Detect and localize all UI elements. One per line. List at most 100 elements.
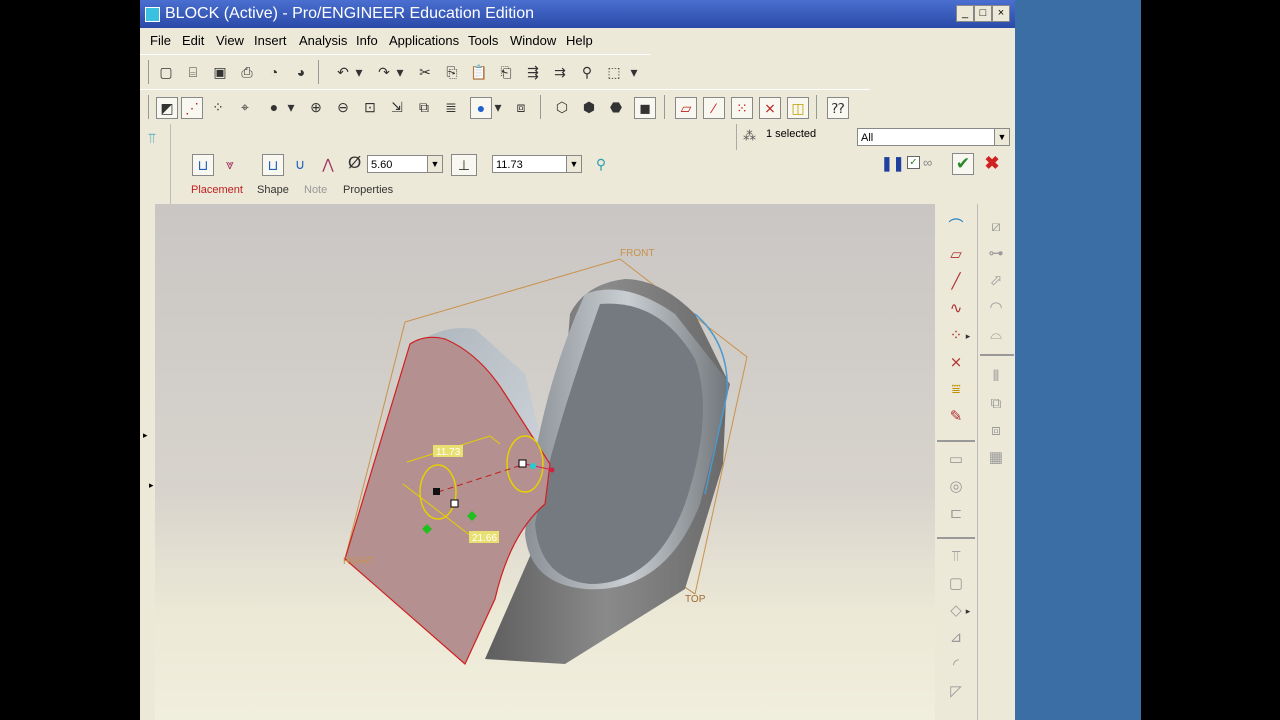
- front-datum-label[interactable]: FRONT: [620, 248, 654, 259]
- datum-axes-icon[interactable]: ⋰: [181, 97, 203, 119]
- menu-insert[interactable]: Insert: [254, 33, 287, 48]
- select-box-icon[interactable]: ⬚: [604, 62, 624, 82]
- offset-icon[interactable]: ◠: [984, 297, 1008, 319]
- select-dropdown-icon[interactable]: ▾: [629, 62, 639, 82]
- menu-file[interactable]: File: [150, 33, 171, 48]
- drag-handle-white[interactable]: [450, 499, 459, 508]
- annotation-display-icon[interactable]: ◫: [787, 97, 809, 119]
- datum-axis-icon[interactable]: ╱: [944, 271, 968, 293]
- paste-special-icon[interactable]: ⎗: [496, 62, 516, 82]
- refit-icon[interactable]: ⊡: [360, 97, 380, 117]
- maximize-button[interactable]: □: [974, 5, 992, 22]
- pattern-icon[interactable]: ▦: [984, 447, 1008, 469]
- filter-dropdown-icon[interactable]: ▼: [994, 129, 1009, 145]
- model-tree-collapsed-strip[interactable]: ▸ ▸: [140, 204, 156, 720]
- spin-dropdown-icon[interactable]: ▾: [493, 97, 503, 117]
- datum-on-the-fly-icon[interactable]: ⌒: [944, 216, 968, 238]
- drill-profile-icon[interactable]: ⋀: [318, 154, 338, 174]
- datum-planes-icon[interactable]: ◩: [156, 97, 178, 119]
- drag-handle-white[interactable]: [518, 459, 527, 468]
- depth-dropdown-icon[interactable]: ▼: [566, 156, 581, 172]
- regenerate-icon[interactable]: ⇶: [523, 62, 543, 82]
- preview-checkbox[interactable]: ✓: [907, 156, 920, 169]
- graphics-window[interactable]: 11.73 21.66 FRONT RIGHT TOP: [155, 204, 935, 720]
- thicken-icon[interactable]: ⌓: [984, 324, 1008, 346]
- merge-icon[interactable]: ⧉: [984, 393, 1008, 415]
- tab-placement[interactable]: Placement: [191, 184, 243, 196]
- zoom-in-icon[interactable]: ⊕: [306, 97, 326, 117]
- drag-handle-black[interactable]: [433, 488, 440, 495]
- mirror-icon[interactable]: ⫴: [984, 366, 1008, 388]
- coordinate-system-icon[interactable]: ⨯: [944, 352, 968, 374]
- minimize-button[interactable]: _: [956, 5, 974, 22]
- axis-display-icon[interactable]: ⁄: [703, 97, 725, 119]
- new-file-icon[interactable]: ▢: [156, 62, 176, 82]
- menu-applications[interactable]: Applications: [389, 33, 459, 48]
- redo-dropdown-icon[interactable]: ▾: [395, 62, 405, 82]
- shading-dropdown-icon[interactable]: ▾: [286, 97, 296, 117]
- datum-point-dropdown-icon[interactable]: ▸: [963, 325, 973, 347]
- simple-hole-icon[interactable]: ⊔: [192, 154, 214, 176]
- shaded-icon[interactable]: ◼: [634, 97, 656, 119]
- open-file-icon[interactable]: ⌸: [183, 62, 203, 82]
- trim-icon[interactable]: ⊶: [984, 243, 1008, 265]
- draft-tool-icon[interactable]: ⊿: [944, 627, 968, 649]
- flat-profile-icon[interactable]: ⊔: [262, 154, 284, 176]
- variable-sweep-icon[interactable]: ⊏: [944, 503, 968, 525]
- datum-points-icon[interactable]: ⁘: [208, 97, 228, 117]
- context-help-icon[interactable]: ⁇: [827, 97, 849, 119]
- hidden-line-icon[interactable]: ⬢: [579, 97, 599, 117]
- revolve-icon[interactable]: ◎: [944, 476, 968, 498]
- extend-icon[interactable]: ⬀: [984, 270, 1008, 292]
- flip-direction-icon[interactable]: ⚲: [591, 154, 611, 174]
- menu-edit[interactable]: Edit: [182, 33, 204, 48]
- menu-window[interactable]: Window: [510, 33, 556, 48]
- intersect-icon[interactable]: ⧈: [984, 420, 1008, 442]
- redo-icon[interactable]: ↷: [374, 62, 394, 82]
- shell-tool-icon[interactable]: ▢: [944, 573, 968, 595]
- copy-geometry-icon[interactable]: ⧄: [984, 216, 1008, 238]
- zoom-out-icon[interactable]: ⊖: [333, 97, 353, 117]
- menu-help[interactable]: Help: [566, 33, 593, 48]
- save-icon[interactable]: ▣: [210, 62, 230, 82]
- rib-dropdown-icon[interactable]: ▸: [963, 600, 973, 622]
- find-icon[interactable]: ⚲: [577, 62, 597, 82]
- csys-display-icon[interactable]: ⨯: [759, 97, 781, 119]
- copy-mail-icon[interactable]: ◕: [291, 62, 311, 82]
- diameter-combo[interactable]: 5.60 ▼: [367, 155, 443, 173]
- spin-center-icon[interactable]: ●: [470, 97, 492, 119]
- depth-option-icon[interactable]: ⊥: [451, 154, 477, 176]
- undo-icon[interactable]: ↶: [333, 62, 353, 82]
- top-datum-label[interactable]: TOP: [685, 594, 706, 605]
- hole-tool-icon[interactable]: ⫪: [944, 546, 968, 568]
- tab-properties[interactable]: Properties: [343, 184, 393, 196]
- shading-icon[interactable]: ●: [264, 97, 284, 117]
- point-display-icon[interactable]: ⁙: [731, 97, 753, 119]
- expand-arrow-icon[interactable]: ▸: [143, 430, 148, 441]
- sketch-tool-icon[interactable]: ✎: [944, 406, 968, 428]
- round-tool-icon[interactable]: ◜: [944, 654, 968, 676]
- chamfer-tool-icon[interactable]: ◸: [944, 681, 968, 703]
- datum-curve-icon[interactable]: ∿: [944, 298, 968, 320]
- coordinate-system-icon[interactable]: ⌖: [235, 97, 255, 117]
- analysis-feature-icon[interactable]: ⩸: [944, 379, 968, 401]
- right-datum-label[interactable]: RIGHT: [343, 556, 374, 567]
- dim1-label[interactable]: 11.73: [436, 447, 461, 458]
- copy-icon[interactable]: ⎘: [442, 62, 462, 82]
- saved-views-icon[interactable]: ⧉: [414, 97, 434, 117]
- menu-tools[interactable]: Tools: [468, 33, 498, 48]
- send-mail-icon[interactable]: ◔: [264, 62, 284, 82]
- close-button[interactable]: ×: [992, 5, 1010, 22]
- diameter-dropdown-icon[interactable]: ▼: [427, 156, 442, 172]
- accept-button[interactable]: ✔: [952, 153, 974, 175]
- pause-icon[interactable]: ❚❚: [881, 155, 904, 172]
- plane-display-icon[interactable]: ▱: [675, 97, 697, 119]
- datum-plane-icon[interactable]: ▱: [944, 244, 968, 266]
- reorient-icon[interactable]: ⇲: [387, 97, 407, 117]
- dim2-label[interactable]: 21.66: [472, 533, 497, 544]
- cut-icon[interactable]: ✂: [415, 62, 435, 82]
- undo-dropdown-icon[interactable]: ▾: [354, 62, 364, 82]
- view-manager-icon[interactable]: ⧈: [511, 97, 531, 117]
- menu-analysis[interactable]: Analysis: [299, 33, 347, 48]
- depth-combo[interactable]: 11.73 ▼: [492, 155, 582, 173]
